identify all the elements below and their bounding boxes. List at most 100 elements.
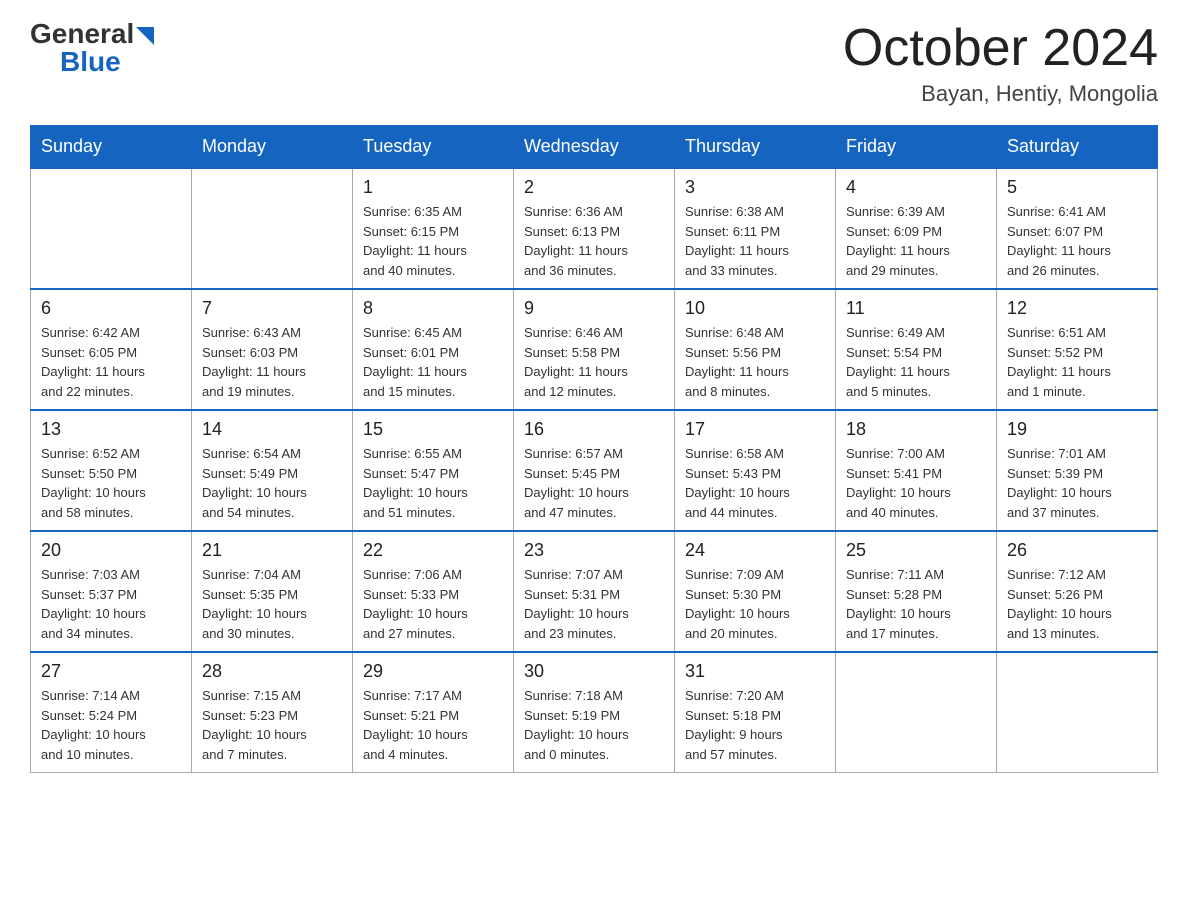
calendar-cell: 16 Sunrise: 6:57 AMSunset: 5:45 PMDayligh… <box>514 410 675 531</box>
week-row-2: 6Sunrise: 6:42 AMSunset: 6:05 PMDaylight… <box>31 289 1158 410</box>
day-number: 10 <box>685 298 825 319</box>
day-number: 15 <box>363 419 503 440</box>
day-number: 18 <box>846 419 986 440</box>
weekday-header-saturday: Saturday <box>997 126 1158 169</box>
day-number: 31 <box>685 661 825 682</box>
calendar-table: SundayMondayTuesdayWednesdayThursdayFrid… <box>30 125 1158 773</box>
calendar-cell: 17 Sunrise: 6:58 AMSunset: 5:43 PMDayligh… <box>675 410 836 531</box>
title-section: October 2024 Bayan, Hentiy, Mongolia <box>843 20 1158 107</box>
calendar-cell: 5 Sunrise: 6:41 AMSunset: 6:07 PMDaylight… <box>997 168 1158 289</box>
day-info: Sunrise: 6:39 AMSunset: 6:09 PMDaylight:… <box>846 202 986 280</box>
day-number: 5 <box>1007 177 1147 198</box>
day-number: 29 <box>363 661 503 682</box>
day-info: Sunrise: 7:09 AMSunset: 5:30 PMDaylight:… <box>685 565 825 643</box>
day-info: Sunrise: 6:36 AMSunset: 6:13 PMDaylight:… <box>524 202 664 280</box>
calendar-cell: 30 Sunrise: 7:18 AMSunset: 5:19 PMDayligh… <box>514 652 675 773</box>
weekday-header-sunday: Sunday <box>31 126 192 169</box>
calendar-cell: 11 Sunrise: 6:49 AMSunset: 5:54 PMDayligh… <box>836 289 997 410</box>
day-number: 6 <box>41 298 181 319</box>
day-number: 8 <box>363 298 503 319</box>
logo-triangle-icon <box>136 27 154 45</box>
calendar-cell: 1Sunrise: 6:35 AMSunset: 6:15 PMDaylight… <box>353 168 514 289</box>
day-info: Sunrise: 7:01 AMSunset: 5:39 PMDaylight:… <box>1007 444 1147 522</box>
weekday-header-monday: Monday <box>192 126 353 169</box>
day-info: Sunrise: 6:58 AMSunset: 5:43 PMDaylight:… <box>685 444 825 522</box>
logo: General Blue <box>30 20 154 76</box>
logo-blue: Blue <box>60 48 121 76</box>
calendar-cell: 25 Sunrise: 7:11 AMSunset: 5:28 PMDayligh… <box>836 531 997 652</box>
day-info: Sunrise: 6:48 AMSunset: 5:56 PMDaylight:… <box>685 323 825 401</box>
calendar-cell <box>192 168 353 289</box>
day-number: 22 <box>363 540 503 561</box>
calendar-cell: 29 Sunrise: 7:17 AMSunset: 5:21 PMDayligh… <box>353 652 514 773</box>
weekday-header-thursday: Thursday <box>675 126 836 169</box>
day-number: 19 <box>1007 419 1147 440</box>
day-info: Sunrise: 6:41 AMSunset: 6:07 PMDaylight:… <box>1007 202 1147 280</box>
calendar-cell: 10 Sunrise: 6:48 AMSunset: 5:56 PMDayligh… <box>675 289 836 410</box>
calendar-cell: 18Sunrise: 7:00 AMSunset: 5:41 PMDayligh… <box>836 410 997 531</box>
day-info: Sunrise: 6:49 AMSunset: 5:54 PMDaylight:… <box>846 323 986 401</box>
calendar-cell: 21Sunrise: 7:04 AMSunset: 5:35 PMDayligh… <box>192 531 353 652</box>
calendar-cell: 26Sunrise: 7:12 AMSunset: 5:26 PMDayligh… <box>997 531 1158 652</box>
day-number: 9 <box>524 298 664 319</box>
weekday-header-wednesday: Wednesday <box>514 126 675 169</box>
week-row-4: 20 Sunrise: 7:03 AMSunset: 5:37 PMDayligh… <box>31 531 1158 652</box>
calendar-cell: 6Sunrise: 6:42 AMSunset: 6:05 PMDaylight… <box>31 289 192 410</box>
calendar-cell: 24 Sunrise: 7:09 AMSunset: 5:30 PMDayligh… <box>675 531 836 652</box>
calendar-cell: 31 Sunrise: 7:20 AMSunset: 5:18 PMDayligh… <box>675 652 836 773</box>
calendar-cell: 23Sunrise: 7:07 AMSunset: 5:31 PMDayligh… <box>514 531 675 652</box>
week-row-1: 1Sunrise: 6:35 AMSunset: 6:15 PMDaylight… <box>31 168 1158 289</box>
calendar-cell: 22 Sunrise: 7:06 AMSunset: 5:33 PMDayligh… <box>353 531 514 652</box>
calendar-cell: 7 Sunrise: 6:43 AMSunset: 6:03 PMDaylight… <box>192 289 353 410</box>
day-number: 4 <box>846 177 986 198</box>
day-info: Sunrise: 7:15 AMSunset: 5:23 PMDaylight:… <box>202 686 342 764</box>
calendar-cell: 2Sunrise: 6:36 AMSunset: 6:13 PMDaylight… <box>514 168 675 289</box>
day-info: Sunrise: 6:45 AMSunset: 6:01 PMDaylight:… <box>363 323 503 401</box>
calendar-cell: 13 Sunrise: 6:52 AMSunset: 5:50 PMDayligh… <box>31 410 192 531</box>
day-info: Sunrise: 6:46 AMSunset: 5:58 PMDaylight:… <box>524 323 664 401</box>
day-info: Sunrise: 7:07 AMSunset: 5:31 PMDaylight:… <box>524 565 664 643</box>
day-number: 21 <box>202 540 342 561</box>
day-number: 7 <box>202 298 342 319</box>
day-info: Sunrise: 7:03 AMSunset: 5:37 PMDaylight:… <box>41 565 181 643</box>
day-number: 11 <box>846 298 986 319</box>
day-number: 20 <box>41 540 181 561</box>
calendar-cell: 14 Sunrise: 6:54 AMSunset: 5:49 PMDayligh… <box>192 410 353 531</box>
day-number: 24 <box>685 540 825 561</box>
day-info: Sunrise: 7:18 AMSunset: 5:19 PMDaylight:… <box>524 686 664 764</box>
day-number: 14 <box>202 419 342 440</box>
day-info: Sunrise: 7:12 AMSunset: 5:26 PMDaylight:… <box>1007 565 1147 643</box>
day-number: 16 <box>524 419 664 440</box>
day-info: Sunrise: 7:11 AMSunset: 5:28 PMDaylight:… <box>846 565 986 643</box>
day-info: Sunrise: 6:38 AMSunset: 6:11 PMDaylight:… <box>685 202 825 280</box>
day-info: Sunrise: 7:14 AMSunset: 5:24 PMDaylight:… <box>41 686 181 764</box>
day-number: 13 <box>41 419 181 440</box>
day-number: 25 <box>846 540 986 561</box>
day-number: 30 <box>524 661 664 682</box>
month-title: October 2024 <box>843 20 1158 77</box>
day-info: Sunrise: 6:52 AMSunset: 5:50 PMDaylight:… <box>41 444 181 522</box>
calendar-cell: 8 Sunrise: 6:45 AMSunset: 6:01 PMDaylight… <box>353 289 514 410</box>
calendar-cell: 9 Sunrise: 6:46 AMSunset: 5:58 PMDaylight… <box>514 289 675 410</box>
day-info: Sunrise: 6:51 AMSunset: 5:52 PMDaylight:… <box>1007 323 1147 401</box>
day-info: Sunrise: 7:06 AMSunset: 5:33 PMDaylight:… <box>363 565 503 643</box>
week-row-3: 13 Sunrise: 6:52 AMSunset: 5:50 PMDayligh… <box>31 410 1158 531</box>
weekday-header-tuesday: Tuesday <box>353 126 514 169</box>
day-number: 3 <box>685 177 825 198</box>
day-info: Sunrise: 7:20 AMSunset: 5:18 PMDaylight:… <box>685 686 825 764</box>
logo-general: General <box>30 20 134 48</box>
calendar-cell: 28 Sunrise: 7:15 AMSunset: 5:23 PMDayligh… <box>192 652 353 773</box>
day-info: Sunrise: 6:54 AMSunset: 5:49 PMDaylight:… <box>202 444 342 522</box>
day-number: 28 <box>202 661 342 682</box>
calendar-cell: 15 Sunrise: 6:55 AMSunset: 5:47 PMDayligh… <box>353 410 514 531</box>
weekday-header-row: SundayMondayTuesdayWednesdayThursdayFrid… <box>31 126 1158 169</box>
calendar-cell: 20 Sunrise: 7:03 AMSunset: 5:37 PMDayligh… <box>31 531 192 652</box>
day-info: Sunrise: 6:55 AMSunset: 5:47 PMDaylight:… <box>363 444 503 522</box>
week-row-5: 27Sunrise: 7:14 AMSunset: 5:24 PMDayligh… <box>31 652 1158 773</box>
day-info: Sunrise: 7:17 AMSunset: 5:21 PMDaylight:… <box>363 686 503 764</box>
calendar-cell: 27Sunrise: 7:14 AMSunset: 5:24 PMDayligh… <box>31 652 192 773</box>
day-info: Sunrise: 6:57 AMSunset: 5:45 PMDaylight:… <box>524 444 664 522</box>
day-info: Sunrise: 6:43 AMSunset: 6:03 PMDaylight:… <box>202 323 342 401</box>
calendar-cell: 19 Sunrise: 7:01 AMSunset: 5:39 PMDayligh… <box>997 410 1158 531</box>
day-number: 17 <box>685 419 825 440</box>
